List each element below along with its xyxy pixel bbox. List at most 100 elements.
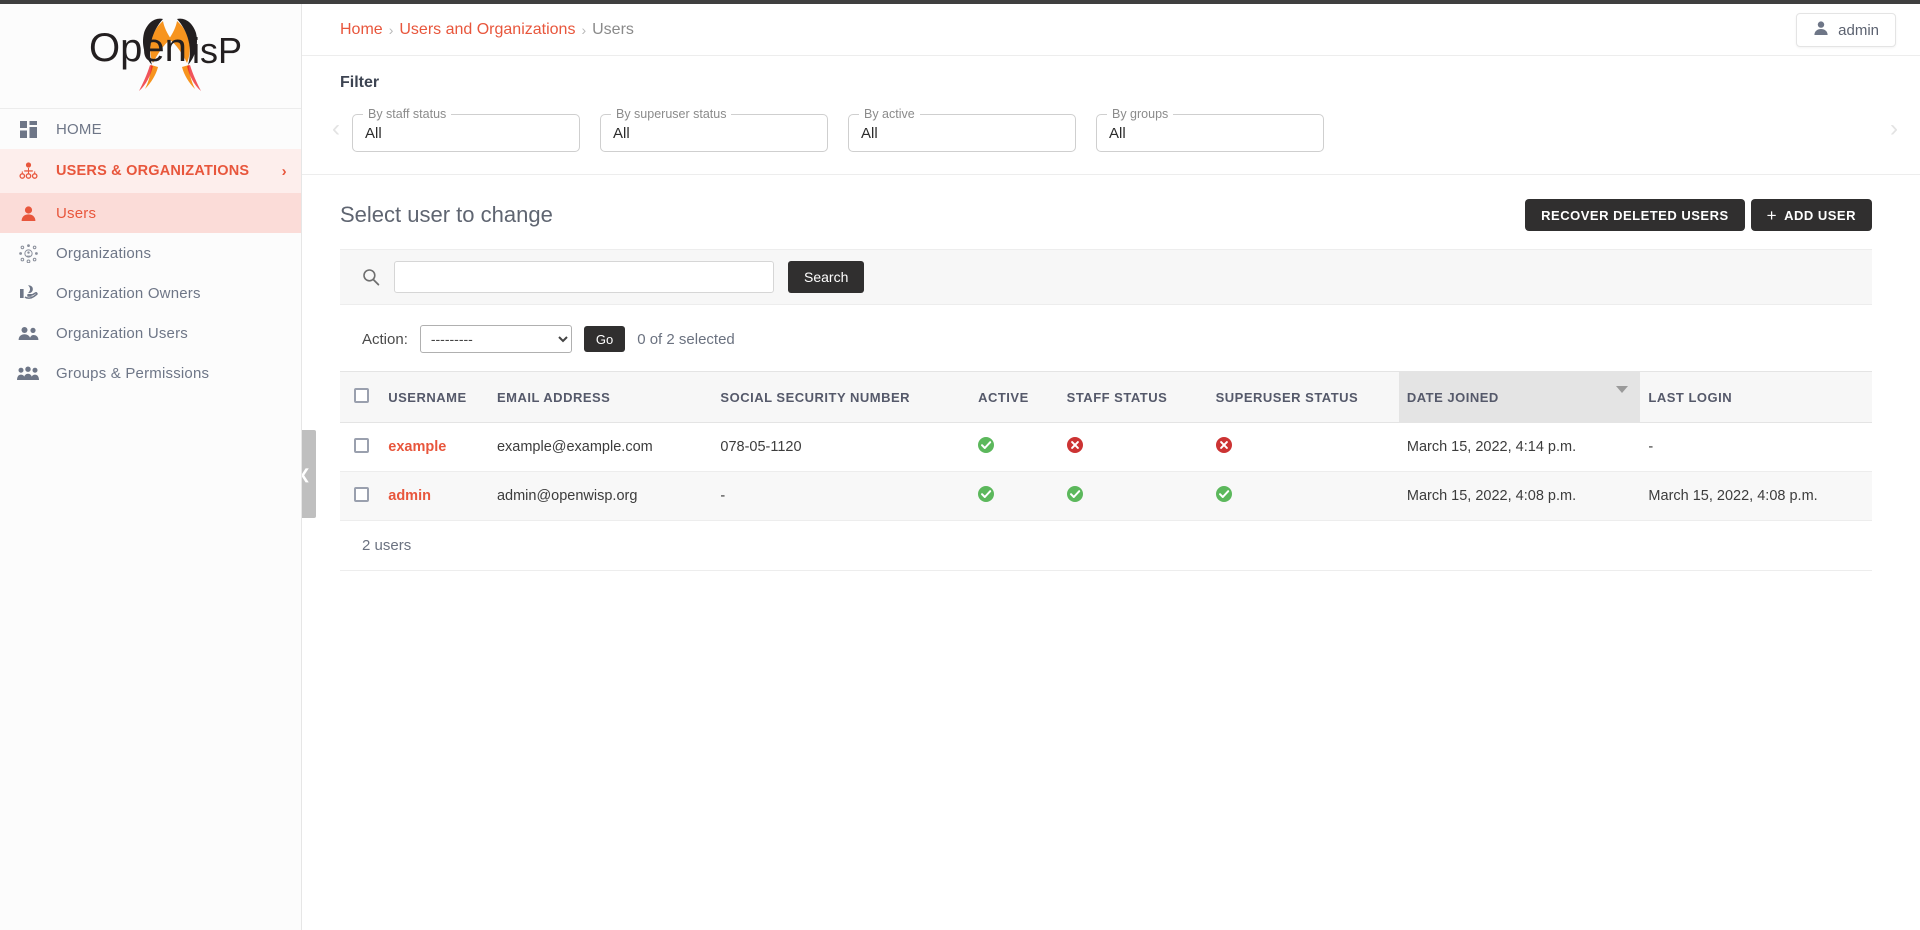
- user-icon: [14, 205, 42, 222]
- select-all-header: [340, 372, 380, 423]
- sidebar: Open isP HOME: [0, 0, 302, 930]
- changelist: Search Action: --------- Go 0 of 2 selec…: [302, 249, 1920, 571]
- sidebar-item-groups-permissions[interactable]: Groups & Permissions: [0, 353, 301, 393]
- openwisp-logo-icon: Open isP: [51, 15, 251, 97]
- column-header-username[interactable]: Username: [380, 372, 489, 423]
- row-select-cell: [340, 472, 380, 521]
- table-row[interactable]: admin admin@openwisp.org -: [340, 472, 1872, 521]
- recover-deleted-users-label: Recover deleted users: [1541, 208, 1728, 223]
- users-table: Username Email address Social security n…: [340, 371, 1872, 521]
- sidebar-item-label: Groups & Permissions: [56, 365, 287, 382]
- organization-owners-icon: [14, 284, 42, 302]
- filter-legend: By staff status: [363, 107, 451, 121]
- search-button[interactable]: Search: [788, 261, 864, 293]
- cell-social-security-number: -: [712, 472, 970, 521]
- breadcrumb-item-users-and-organizations[interactable]: Users and Organizations: [399, 21, 575, 39]
- column-header-last-login[interactable]: Last login: [1640, 372, 1872, 423]
- boolean-true-icon: [1216, 486, 1232, 506]
- sidebar-collapse-handle[interactable]: ❮: [302, 430, 316, 518]
- sort-descending-icon[interactable]: [1616, 386, 1628, 393]
- boolean-false-icon: [1067, 437, 1083, 457]
- boolean-true-icon: [978, 437, 994, 457]
- filter-next-button[interactable]: ›: [1890, 117, 1898, 141]
- column-header-superuser-status[interactable]: Superuser status: [1208, 372, 1399, 423]
- filter-by-active[interactable]: By active All: [848, 114, 1076, 152]
- cell-staff-status: [1059, 472, 1208, 521]
- user-link[interactable]: example: [388, 439, 446, 455]
- user-menu-label: admin: [1838, 22, 1879, 39]
- sidebar-item-label: Organizations: [56, 245, 287, 262]
- groups-permissions-icon: [14, 366, 42, 381]
- chevron-right-icon[interactable]: ›: [282, 163, 287, 180]
- row-select-cell: [340, 423, 380, 472]
- cell-last-login: March 15, 2022, 4:08 p.m.: [1640, 472, 1872, 521]
- add-user-label: Add user: [1784, 208, 1856, 223]
- account-icon: [1813, 20, 1829, 40]
- filter-value: All: [365, 125, 382, 142]
- svg-text:Open: Open: [89, 26, 187, 70]
- sidebar-item-organizations[interactable]: Organizations: [0, 233, 301, 273]
- breadcrumb-item-home[interactable]: Home: [340, 21, 383, 39]
- action-select[interactable]: ---------: [420, 325, 572, 353]
- table-body: example example@example.com 078-05-1120: [340, 423, 1872, 521]
- breadcrumb-separator: ›: [389, 22, 394, 38]
- column-header-active[interactable]: Active: [970, 372, 1059, 423]
- cell-date-joined: March 15, 2022, 4:08 p.m.: [1399, 472, 1641, 521]
- filter-by-superuser-status[interactable]: By superuser status All: [600, 114, 828, 152]
- breadcrumb: Home › Users and Organizations › Users a…: [302, 4, 1920, 56]
- page-title: Select user to change: [340, 202, 553, 228]
- checkbox-unchecked-icon[interactable]: [354, 388, 369, 403]
- cell-last-login: -: [1640, 423, 1872, 472]
- cell-email-address: example@example.com: [489, 423, 712, 472]
- sidebar-item-users[interactable]: Users: [0, 193, 301, 233]
- cell-username: admin: [380, 472, 489, 521]
- action-label: Action:: [362, 331, 408, 348]
- boolean-false-icon: [1216, 437, 1232, 457]
- cell-social-security-number: 078-05-1120: [712, 423, 970, 472]
- action-go-button[interactable]: Go: [584, 326, 625, 352]
- sidebar-item-home[interactable]: HOME: [0, 109, 301, 149]
- sidebar-item-organization-owners[interactable]: Organization Owners: [0, 273, 301, 313]
- column-header-staff-status[interactable]: Staff status: [1059, 372, 1208, 423]
- cell-active: [970, 472, 1059, 521]
- column-header-email-address[interactable]: Email address: [489, 372, 712, 423]
- filter-fields: By staff status All By superuser status …: [302, 114, 1920, 152]
- filter-value: All: [861, 125, 878, 142]
- org-tree-icon: [14, 162, 42, 180]
- checkbox-unchecked-icon[interactable]: [354, 487, 369, 502]
- cell-username: example: [380, 423, 489, 472]
- chevron-left-icon: ❮: [302, 466, 311, 483]
- checkbox-unchecked-icon[interactable]: [354, 438, 369, 453]
- content-header: Select user to change Recover deleted us…: [302, 175, 1920, 249]
- result-counter: 2 users: [340, 521, 1872, 571]
- filter-legend: By groups: [1107, 107, 1173, 121]
- search-bar: Search: [340, 249, 1872, 305]
- sidebar-group-users-and-organizations[interactable]: USERS & ORGANIZATIONS ›: [0, 149, 301, 193]
- sidebar-item-organization-users[interactable]: Organization Users: [0, 313, 301, 353]
- boolean-true-icon: [978, 486, 994, 506]
- selection-counter: 0 of 2 selected: [637, 331, 735, 348]
- cell-superuser-status: [1208, 472, 1399, 521]
- table-row[interactable]: example example@example.com 078-05-1120: [340, 423, 1872, 472]
- column-header-date-joined[interactable]: Date joined: [1399, 372, 1641, 423]
- search-input[interactable]: [394, 261, 774, 293]
- brand-logo[interactable]: Open isP: [0, 4, 301, 109]
- breadcrumb-separator: ›: [581, 22, 586, 38]
- cell-email-address: admin@openwisp.org: [489, 472, 712, 521]
- column-header-social-security-number[interactable]: Social security number: [712, 372, 970, 423]
- plus-icon: +: [1767, 207, 1777, 224]
- user-link[interactable]: admin: [388, 488, 431, 504]
- cell-date-joined: March 15, 2022, 4:14 p.m.: [1399, 423, 1641, 472]
- filter-by-staff-status[interactable]: By staff status All: [352, 114, 580, 152]
- table-header-row: Username Email address Social security n…: [340, 372, 1872, 423]
- filter-legend: By superuser status: [611, 107, 731, 121]
- sidebar-item-label: Organization Users: [56, 325, 287, 342]
- recover-deleted-users-button[interactable]: Recover deleted users: [1525, 199, 1744, 231]
- filter-by-groups[interactable]: By groups All: [1096, 114, 1324, 152]
- breadcrumb-item-users: Users: [592, 21, 634, 39]
- filter-prev-button[interactable]: ‹: [332, 117, 340, 141]
- cell-active: [970, 423, 1059, 472]
- user-menu-button[interactable]: admin: [1796, 13, 1896, 47]
- cell-staff-status: [1059, 423, 1208, 472]
- add-user-button[interactable]: + Add user: [1751, 199, 1872, 231]
